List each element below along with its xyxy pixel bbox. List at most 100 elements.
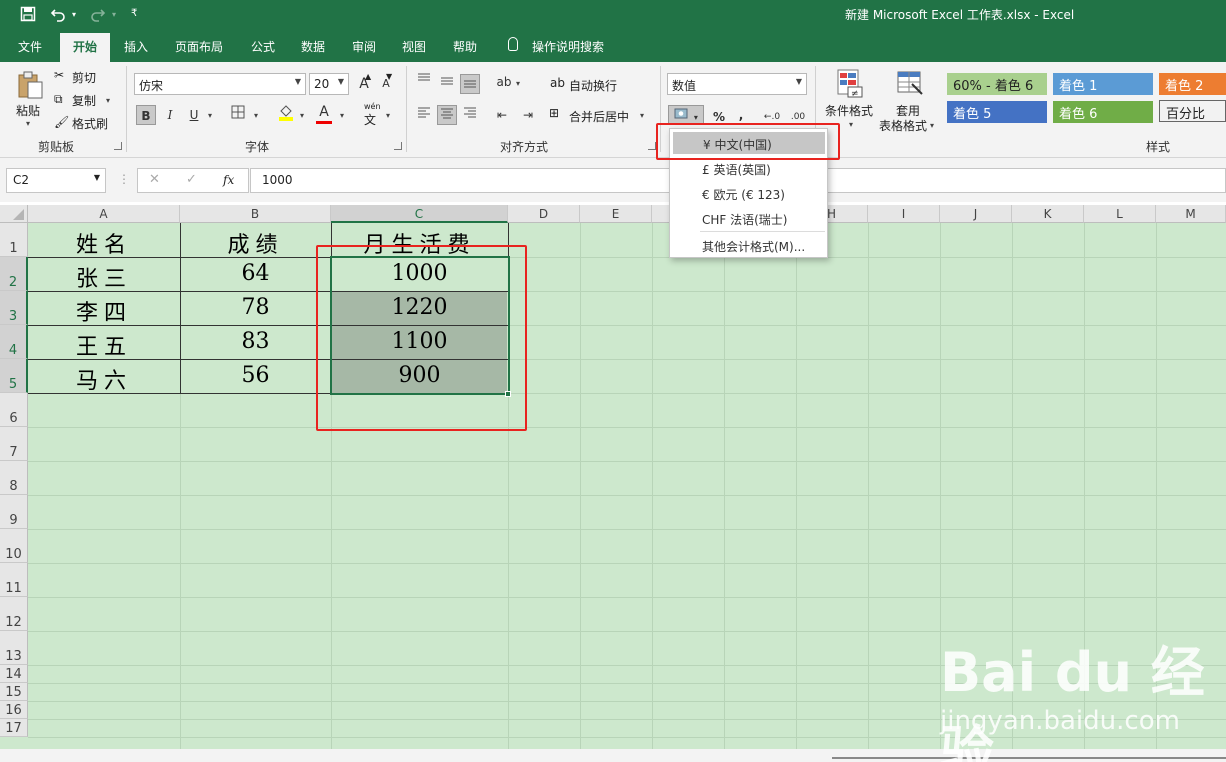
row-header-2[interactable]: 2 [0,257,28,291]
redo-dropdown-icon[interactable]: ▾ [112,10,116,19]
font-color-dropdown-icon[interactable]: ▾ [340,111,344,120]
align-center-icon[interactable] [437,105,457,125]
undo-icon[interactable] [50,6,66,26]
increase-indent-icon[interactable]: ⇥ [518,105,538,125]
alignment-launcher-icon[interactable] [648,142,656,150]
paste-dropdown-icon[interactable]: ▾ [26,119,30,128]
wrap-text-button[interactable]: 自动换行 [569,77,617,94]
merge-dropdown-icon[interactable]: ▾ [640,111,644,120]
style-percent[interactable]: 百分比 [1159,100,1226,122]
bold-button[interactable]: B [136,105,156,125]
row-header-6[interactable]: 6 [0,393,28,427]
save-icon[interactable] [20,6,36,26]
menu-item-more-accounting-formats[interactable]: 其他会计格式(M)... [670,234,827,256]
undo-dropdown-icon[interactable]: ▾ [72,10,76,19]
menu-item-euro[interactable]: € 欧元 (€ 123) [670,182,827,204]
menu-item-english-pound[interactable]: £ 英语(英国) [670,157,827,179]
row-header-7[interactable]: 7 [0,427,28,461]
font-launcher-icon[interactable] [394,142,402,150]
tell-me-search[interactable]: 操作说明搜索 [532,38,604,55]
copy-dropdown-icon[interactable]: ▾ [106,96,110,105]
row-header-4[interactable]: 4 [0,325,28,359]
row-header-9[interactable]: 9 [0,495,28,529]
tab-home[interactable]: 开始 [60,33,111,62]
clipboard-launcher-icon[interactable] [114,142,122,150]
cell-b3[interactable]: 78 [180,295,331,320]
phonetic-dropdown-icon[interactable]: ▾ [386,111,390,120]
tab-file[interactable]: 文件 [18,38,42,55]
fill-color-dropdown-icon[interactable]: ▾ [300,111,304,120]
cell-a4[interactable]: 王五 [28,329,180,361]
merge-center-button[interactable]: 合并后居中 [569,108,629,125]
align-right-icon[interactable] [460,105,480,125]
cell-a3[interactable]: 李四 [28,295,180,327]
tab-help[interactable]: 帮助 [453,38,477,55]
cell-b1[interactable]: 成绩 [180,227,331,259]
resize-handle-icon[interactable]: ⋮ [118,172,130,186]
orientation-icon[interactable]: ab [494,72,514,92]
conditional-formatting-icon[interactable]: ≠ [836,68,864,101]
font-family-select[interactable]: 仿宋 ▼ [134,73,306,95]
number-format-select[interactable]: 数值 ▼ [667,73,807,95]
row-header-16[interactable]: 16 [0,701,28,719]
italic-button[interactable]: I [160,105,180,125]
font-size-select[interactable]: 20 ▼ [309,73,349,95]
cell-a1[interactable]: 姓名 [28,227,180,259]
conditional-formatting-button[interactable]: 条件格式 [825,102,873,119]
enter-icon[interactable]: ✓ [186,172,197,187]
column-header-i[interactable]: I [868,205,940,223]
top-align-icon[interactable] [414,72,434,92]
column-header-l[interactable]: L [1084,205,1156,223]
row-header-17[interactable]: 17 [0,719,28,737]
row-header-3[interactable]: 3 [0,291,28,325]
style-accent2[interactable]: 着色 2 [1159,73,1226,95]
underline-dropdown-icon[interactable]: ▾ [208,111,212,120]
name-box[interactable]: C2 ▼ [6,168,106,193]
column-header-b[interactable]: B [180,205,331,223]
column-header-c[interactable]: C [331,205,508,223]
tab-data[interactable]: 数据 [301,38,325,55]
borders-dropdown-icon[interactable]: ▾ [254,111,258,120]
cancel-icon[interactable]: ✕ [149,172,160,187]
redo-icon[interactable] [90,6,106,26]
accounting-format-icon[interactable]: ▾ [668,105,704,125]
column-header-k[interactable]: K [1012,205,1084,223]
column-header-m[interactable]: M [1156,205,1226,223]
row-header-1[interactable]: 1 [0,223,28,257]
insert-function-icon[interactable]: fx [223,173,234,187]
row-header-11[interactable]: 11 [0,563,28,597]
cell-b5[interactable]: 56 [180,363,331,388]
column-header-e[interactable]: E [580,205,652,223]
customize-qat-icon[interactable]: ₹ [131,8,137,19]
bottom-align-icon[interactable] [460,74,480,94]
paste-button[interactable]: 粘贴 [16,102,40,119]
fill-color-icon[interactable] [276,103,296,123]
decrease-indent-icon[interactable]: ⇤ [492,105,512,125]
copy-button[interactable]: 复制 [72,92,96,109]
cell-b2[interactable]: 64 [180,261,331,286]
phonetic-guide-button[interactable]: 文 [364,111,376,128]
row-header-5[interactable]: 5 [0,359,28,393]
format-as-table-button[interactable]: 表格格式 [879,117,927,134]
column-header-j[interactable]: J [940,205,1012,223]
row-header-12[interactable]: 12 [0,597,28,631]
style-60-accent6[interactable]: 60% - 着色 6 [947,73,1047,95]
style-accent6[interactable]: 着色 6 [1053,101,1153,123]
orientation-dropdown-icon[interactable]: ▾ [516,79,520,88]
column-header-a[interactable]: A [28,205,180,223]
paste-icon[interactable] [16,70,44,103]
style-accent1[interactable]: 着色 1 [1053,73,1153,95]
row-header-13[interactable]: 13 [0,631,28,665]
underline-button[interactable]: U [184,105,204,125]
tab-review[interactable]: 审阅 [352,38,376,55]
cell-a5[interactable]: 马六 [28,363,180,395]
comma-style-button[interactable]: , [731,105,751,125]
align-left-icon[interactable] [414,105,434,125]
format-as-table-icon[interactable] [896,70,924,101]
row-header-8[interactable]: 8 [0,461,28,495]
font-color-button[interactable]: A [314,102,334,122]
borders-icon[interactable] [228,105,248,125]
tab-formulas[interactable]: 公式 [251,38,275,55]
style-accent5[interactable]: 着色 5 [947,101,1047,123]
row-header-14[interactable]: 14 [0,665,28,683]
